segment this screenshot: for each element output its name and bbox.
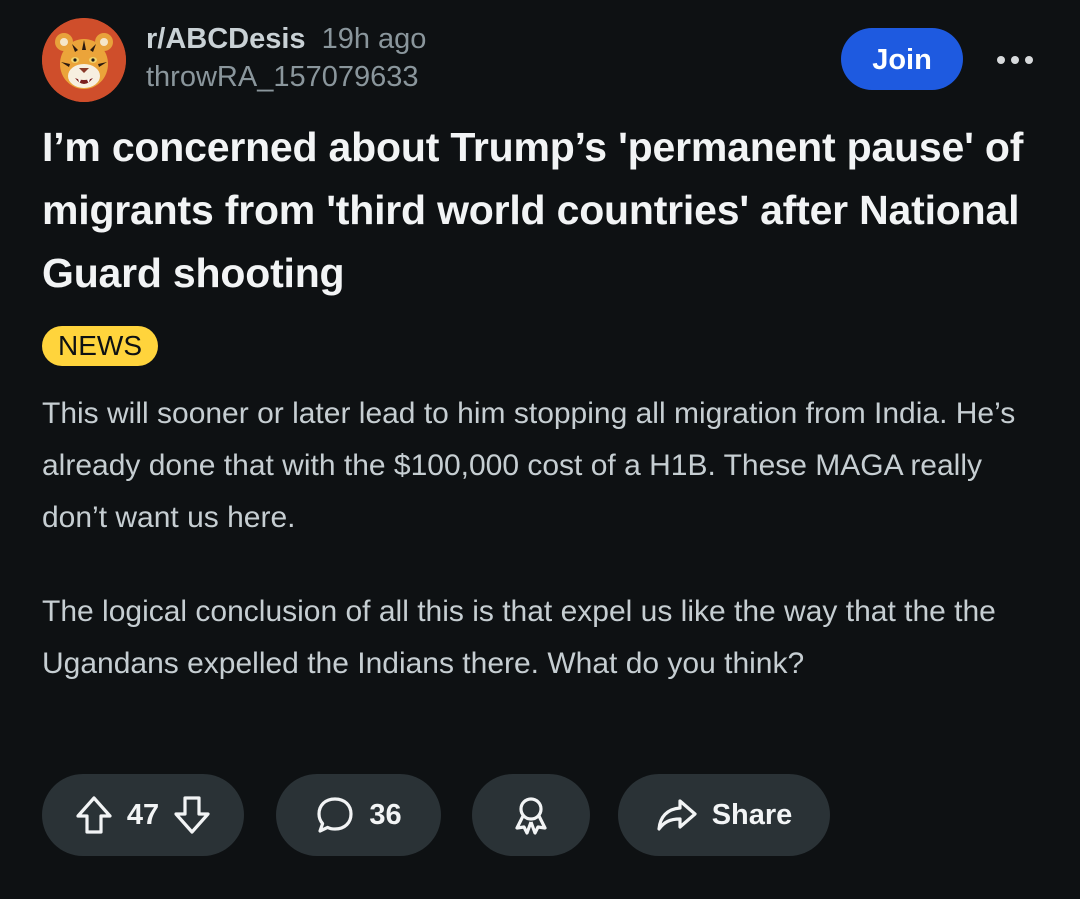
more-options-icon [997, 56, 1033, 64]
vote-bar: 47 [42, 774, 244, 856]
post-time: 19h ago [321, 23, 427, 55]
upvote-button[interactable] [75, 795, 113, 835]
award-ribbon-icon [515, 797, 547, 835]
body-paragraph: This will sooner or later lead to him st… [42, 397, 1016, 534]
more-options-button[interactable] [990, 40, 1040, 80]
vote-count: 47 [126, 798, 160, 831]
tiger-avatar-icon [42, 18, 126, 102]
share-label: Share [711, 798, 793, 831]
share-arrow-icon [657, 799, 697, 831]
post-body[interactable]: This will sooner or later lead to him st… [42, 388, 1052, 732]
post-flair[interactable]: NEWS [42, 326, 158, 366]
share-button[interactable]: Share [618, 774, 830, 856]
post-meta: r/ABCDesis 19h ago throwRA_157079633 [146, 20, 426, 96]
upvote-arrow-icon [76, 796, 112, 834]
post-title[interactable]: I’m concerned about Trump’s 'permanent p… [42, 116, 1042, 305]
comment-count: 36 [369, 798, 402, 831]
body-paragraph: The logical conclusion of all this is th… [42, 595, 996, 680]
meta-line: r/ABCDesis 19h ago [146, 20, 426, 58]
comment-icon-wrap [315, 795, 355, 835]
post-header: r/ABCDesis 19h ago throwRA_157079633 Join [42, 18, 1040, 108]
share-icon-wrap [656, 797, 698, 833]
author-username[interactable]: throwRA_157079633 [146, 58, 426, 96]
subreddit-name[interactable]: r/ABCDesis [146, 23, 306, 55]
join-button[interactable]: Join [841, 28, 963, 90]
award-button[interactable] [472, 774, 590, 856]
downvote-button[interactable] [173, 795, 211, 835]
subreddit-avatar[interactable] [42, 18, 126, 102]
downvote-arrow-icon [174, 796, 210, 834]
comment-bubble-icon [317, 797, 353, 833]
comments-button[interactable]: 36 [276, 774, 441, 856]
